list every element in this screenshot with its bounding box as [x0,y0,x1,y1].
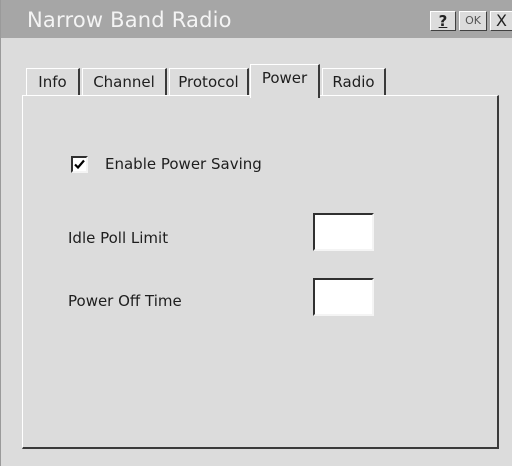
enable-power-saving-checkbox[interactable] [71,156,88,173]
checkmark-icon [74,159,85,170]
help-button[interactable]: ? [430,11,456,31]
enable-power-saving-label: Enable Power Saving [105,155,262,173]
tab-panel-power [22,95,499,449]
idle-poll-limit-input[interactable] [313,213,374,251]
power-off-time-input[interactable] [313,278,374,316]
window-title: Narrow Band Radio [27,8,232,32]
idle-poll-limit-label: Idle Poll Limit [68,229,169,247]
tab-radio[interactable]: Radio [322,68,386,96]
tab-power[interactable]: Power [250,64,320,98]
tab-info[interactable]: Info [26,68,80,96]
title-bar[interactable]: Narrow Band Radio ? OK X [1,0,512,38]
ok-button[interactable]: OK [459,11,487,31]
close-button[interactable]: X [490,11,512,31]
dialog-window: Narrow Band Radio ? OK X Info Channel Pr… [0,0,512,466]
tab-protocol[interactable]: Protocol [169,68,249,96]
power-off-time-label: Power Off Time [68,292,182,310]
tab-channel[interactable]: Channel [82,68,167,96]
